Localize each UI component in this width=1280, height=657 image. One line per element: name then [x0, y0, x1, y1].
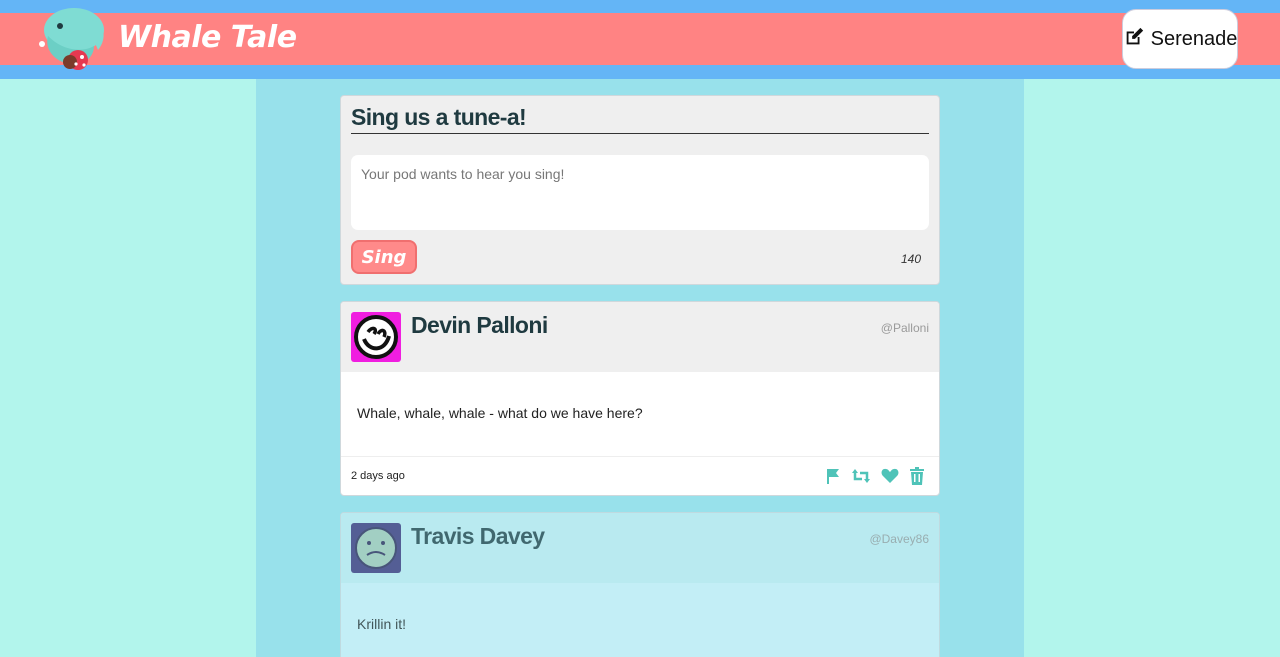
edit-icon — [1123, 26, 1145, 53]
sing-button[interactable]: Sing — [351, 240, 417, 274]
char-counter: 140 — [900, 252, 921, 266]
post-footer: 2 days ago — [341, 456, 939, 495]
post-timestamp: 2 days ago — [351, 470, 405, 482]
compose-card: Sing us a tune-a! Sing 140 — [340, 95, 940, 285]
serenade-button[interactable]: Serenade — [1122, 9, 1238, 69]
retweet-icon[interactable] — [851, 468, 871, 484]
whale-logo-icon[interactable] — [34, 2, 110, 78]
app-header: Whale Tale Serenade — [0, 0, 1280, 79]
serenade-label: Serenade — [1150, 27, 1238, 50]
flag-icon[interactable] — [825, 467, 841, 485]
post-author-name: Travis Davey — [411, 523, 545, 549]
post-text: Whale, whale, whale - what do we have he… — [357, 405, 643, 421]
post-author-handle: @Palloni — [880, 321, 929, 335]
post-card: Travis Davey @Davey86 Krillin it! — [340, 512, 940, 657]
post-header: Travis Davey @Davey86 — [341, 513, 939, 583]
post-actions — [825, 467, 925, 485]
post-author-handle: @Davey86 — [869, 532, 929, 546]
compose-input[interactable] — [351, 155, 929, 230]
avatar[interactable] — [351, 312, 401, 362]
trash-icon[interactable] — [909, 467, 925, 485]
heart-icon[interactable] — [881, 468, 899, 484]
post-header: Devin Palloni @Palloni — [341, 302, 939, 372]
post-card: Devin Palloni @Palloni Whale, whale, wha… — [340, 301, 940, 496]
post-author-name: Devin Palloni — [411, 312, 548, 338]
avatar[interactable] — [351, 523, 401, 573]
brand-title[interactable]: Whale Tale — [118, 14, 297, 62]
post-text: Krillin it! — [341, 583, 939, 657]
compose-title: Sing us a tune-a! — [351, 104, 929, 134]
